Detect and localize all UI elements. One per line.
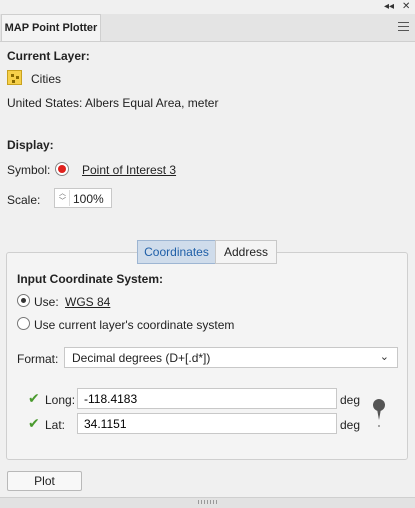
symbol-link[interactable]: Point of Interest 3 (82, 163, 176, 177)
long-unit: deg (340, 393, 361, 407)
current-layer-cs-label[interactable]: Use current layer's coordinate system (34, 318, 234, 332)
plot-button[interactable]: Plot (7, 471, 82, 491)
scale-value: 100% (73, 192, 104, 206)
tab-address[interactable]: Address (215, 240, 277, 264)
long-valid-check-icon: ✔ (28, 390, 40, 406)
format-value: Decimal degrees (D+[.d*]) (72, 351, 211, 365)
collapse-arrows-icon[interactable]: ◂◂ (384, 0, 394, 14)
current-layer-cs-radio[interactable] (17, 317, 30, 330)
tab-coordinates[interactable]: Coordinates (137, 240, 216, 264)
use-cs-radio[interactable] (17, 294, 30, 307)
format-select[interactable]: Decimal degrees (D+[.d*]) ⌄ (64, 347, 398, 368)
symbol-label: Symbol: (7, 163, 51, 177)
format-label: Format: (17, 352, 59, 366)
resize-bar[interactable] (0, 497, 415, 508)
latitude-input[interactable] (77, 413, 337, 434)
display-heading: Display: (7, 138, 54, 152)
longitude-input[interactable] (77, 388, 337, 409)
window-top-strip: ◂◂ ✕ (0, 0, 415, 14)
use-label: Use: (34, 295, 59, 309)
chevron-down-icon: ⌄ (379, 351, 389, 363)
lat-valid-check-icon: ✔ (28, 415, 40, 431)
layer-name: Cities (31, 72, 62, 86)
input-cs-heading: Input Coordinate System: (17, 272, 164, 286)
symbol-swatch[interactable] (55, 162, 69, 176)
long-label: Long: (45, 393, 76, 407)
wgs84-link[interactable]: WGS 84 (65, 295, 110, 309)
layer-projection: United States: Albers Equal Area, meter (7, 96, 219, 110)
map-pin-icon[interactable] (372, 398, 386, 428)
close-icon[interactable]: ✕ (402, 0, 410, 14)
lat-label: Lat: (45, 418, 66, 432)
lat-unit: deg (340, 418, 361, 432)
point-layer-icon (7, 70, 22, 85)
menu-icon[interactable] (398, 22, 409, 31)
tab-map-point-plotter[interactable]: MAP Point Plotter (1, 14, 101, 41)
scale-label: Scale: (7, 193, 41, 207)
resize-grip-icon[interactable] (198, 500, 218, 504)
scale-stepper[interactable]: ︿ ﹀ 100% (54, 188, 112, 208)
stepper-arrows-icon[interactable]: ︿ ﹀ (56, 190, 70, 206)
current-layer-heading: Current Layer: (7, 49, 90, 63)
tab-bar: MAP Point Plotter (0, 14, 415, 42)
